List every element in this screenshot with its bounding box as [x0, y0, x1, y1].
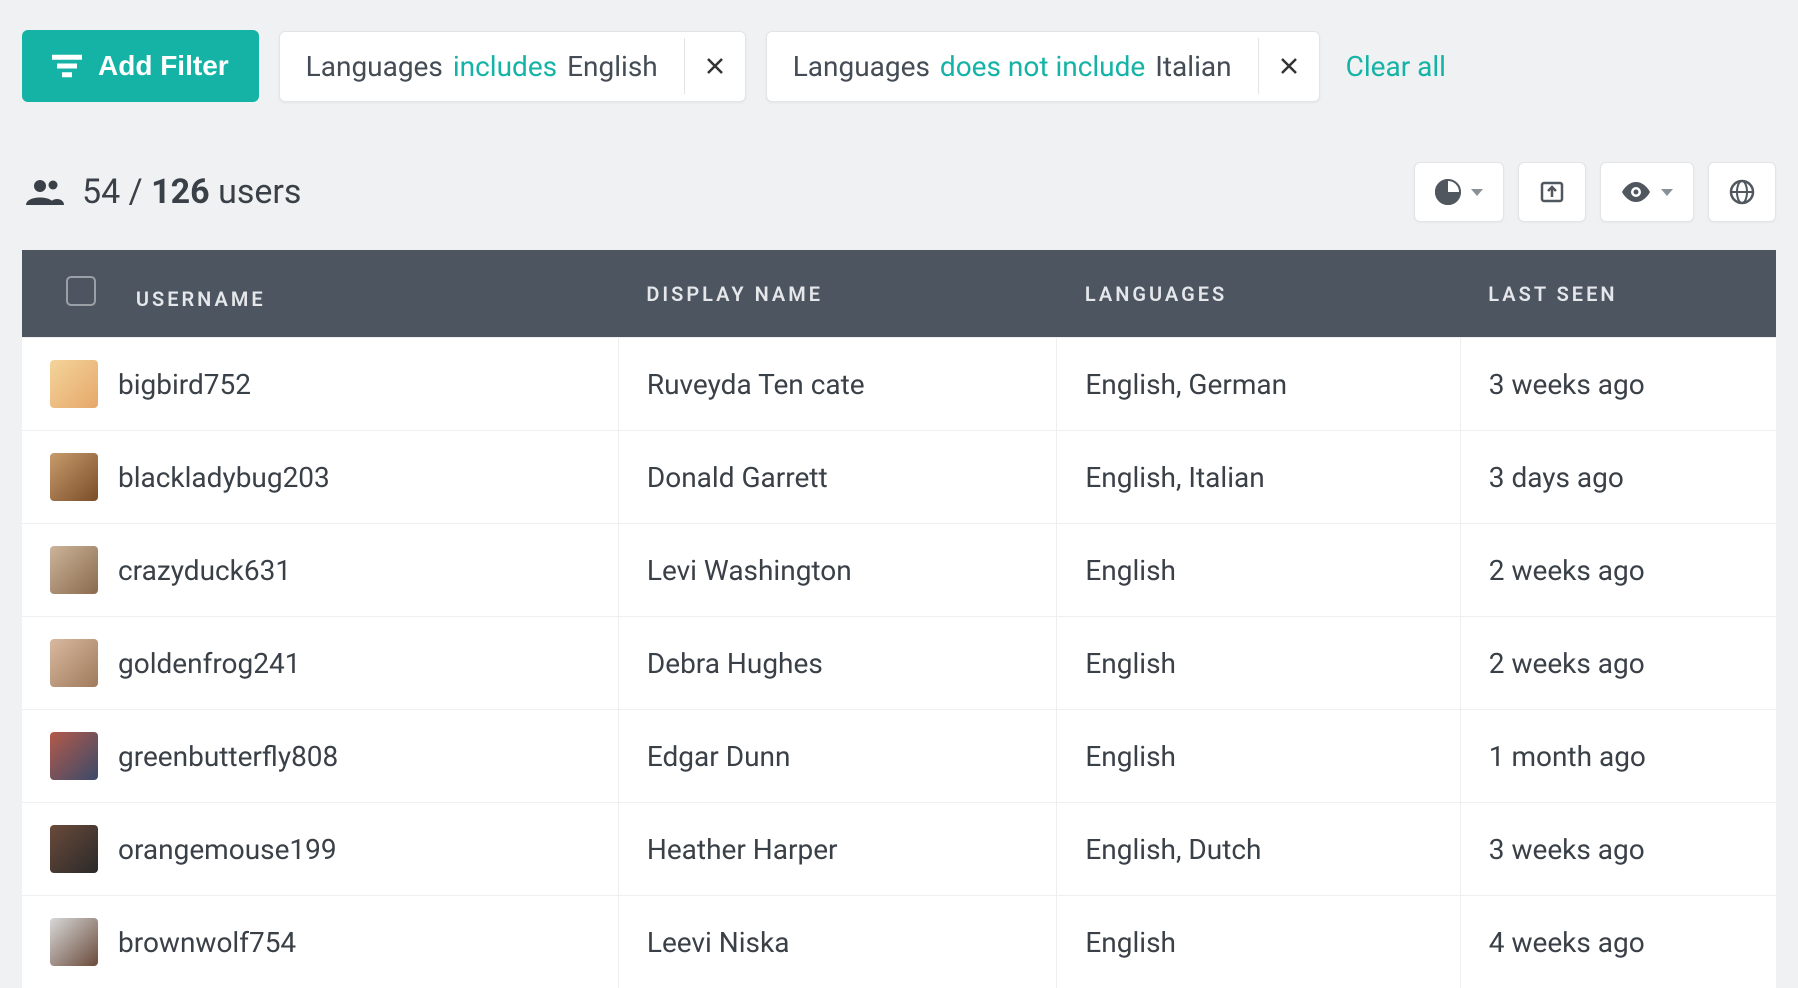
count-bar: 54 / 126 users — [0, 102, 1798, 250]
cell-display-name: Leevi Niska — [618, 896, 1057, 988]
close-icon — [705, 56, 725, 76]
add-filter-button[interactable]: Add Filter — [22, 30, 259, 102]
avatar — [50, 639, 98, 687]
cell-display-name: Edgar Dunn — [618, 710, 1057, 803]
cell-last-seen: 4 weeks ago — [1460, 896, 1776, 988]
cell-last-seen: 2 weeks ago — [1460, 617, 1776, 710]
table-header-row: USERNAME DISPLAY NAME LANGUAGES LAST SEE… — [22, 250, 1776, 338]
cell-username: orangemouse199 — [118, 833, 337, 866]
export-button[interactable] — [1518, 162, 1586, 222]
pie-chart-icon — [1435, 179, 1461, 205]
table-row[interactable]: blackladybug203 Donald Garrett English, … — [22, 431, 1776, 524]
close-icon — [1279, 56, 1299, 76]
cell-languages: English, Dutch — [1057, 803, 1460, 896]
cell-username: brownwolf754 — [118, 926, 296, 959]
filtered-count: 54 — [82, 172, 120, 212]
col-languages: LANGUAGES — [1057, 250, 1460, 338]
avatar — [50, 825, 98, 873]
count-separator: / — [129, 172, 143, 212]
filter-chip-body[interactable]: Languages does not include Italian — [767, 32, 1258, 101]
filter-field: Languages — [306, 50, 443, 83]
table-row[interactable]: goldenfrog241 Debra Hughes English 2 wee… — [22, 617, 1776, 710]
cell-username: goldenfrog241 — [118, 647, 300, 680]
cell-display-name: Ruveyda Ten cate — [618, 338, 1057, 431]
filter-operator: does not include — [940, 50, 1145, 83]
cell-languages: English, Italian — [1057, 431, 1460, 524]
filter-chip: Languages includes English — [279, 31, 746, 102]
visibility-button[interactable] — [1600, 162, 1694, 222]
cell-languages: English — [1057, 896, 1460, 988]
cell-display-name: Debra Hughes — [618, 617, 1057, 710]
cell-languages: English — [1057, 524, 1460, 617]
filter-chip-body[interactable]: Languages includes English — [280, 32, 684, 101]
col-last-seen: LAST SEEN — [1460, 250, 1776, 338]
col-username: USERNAME — [136, 287, 266, 311]
caret-down-icon — [1661, 189, 1673, 196]
avatar — [50, 918, 98, 966]
avatar — [50, 453, 98, 501]
cell-username: bigbird752 — [118, 368, 251, 401]
result-count: 54 / 126 users — [26, 172, 301, 212]
cell-username: crazyduck631 — [118, 554, 291, 587]
toolbar-right — [1414, 162, 1776, 222]
avatar — [50, 732, 98, 780]
cell-last-seen: 2 weeks ago — [1460, 524, 1776, 617]
add-filter-label: Add Filter — [98, 50, 229, 82]
cell-last-seen: 3 days ago — [1460, 431, 1776, 524]
filter-icon — [52, 54, 82, 78]
people-icon — [26, 179, 64, 205]
globe-icon — [1729, 179, 1755, 205]
total-count: 126 — [151, 172, 210, 212]
chart-button[interactable] — [1414, 162, 1504, 222]
cell-languages: English — [1057, 617, 1460, 710]
col-display-name: DISPLAY NAME — [618, 250, 1057, 338]
cell-languages: English, German — [1057, 338, 1460, 431]
eye-icon — [1621, 182, 1651, 202]
select-all-checkbox[interactable] — [66, 276, 96, 306]
cell-languages: English — [1057, 710, 1460, 803]
filter-chip: Languages does not include Italian — [766, 31, 1320, 102]
count-noun: users — [218, 172, 301, 212]
filter-remove-button[interactable] — [684, 38, 745, 94]
table-row[interactable]: greenbutterfly808 Edgar Dunn English 1 m… — [22, 710, 1776, 803]
cell-username: blackladybug203 — [118, 461, 330, 494]
cell-username: greenbutterfly808 — [118, 740, 338, 773]
cell-display-name: Heather Harper — [618, 803, 1057, 896]
filter-bar: Add Filter Languages includes English La… — [0, 0, 1798, 102]
table-row[interactable]: bigbird752 Ruveyda Ten cate English, Ger… — [22, 338, 1776, 431]
cell-last-seen: 1 month ago — [1460, 710, 1776, 803]
cell-last-seen: 3 weeks ago — [1460, 338, 1776, 431]
filter-value: English — [567, 50, 658, 83]
users-table-wrap: USERNAME DISPLAY NAME LANGUAGES LAST SEE… — [0, 250, 1798, 988]
filter-remove-button[interactable] — [1258, 38, 1319, 94]
globe-button[interactable] — [1708, 162, 1776, 222]
cell-display-name: Levi Washington — [618, 524, 1057, 617]
avatar — [50, 546, 98, 594]
users-table: USERNAME DISPLAY NAME LANGUAGES LAST SEE… — [22, 250, 1776, 988]
cell-last-seen: 3 weeks ago — [1460, 803, 1776, 896]
cell-display-name: Donald Garrett — [618, 431, 1057, 524]
export-icon — [1539, 179, 1565, 205]
table-row[interactable]: orangemouse199 Heather Harper English, D… — [22, 803, 1776, 896]
avatar — [50, 360, 98, 408]
table-row[interactable]: brownwolf754 Leevi Niska English 4 weeks… — [22, 896, 1776, 988]
filter-operator: includes — [453, 50, 557, 83]
caret-down-icon — [1471, 189, 1483, 196]
filter-field: Languages — [793, 50, 930, 83]
clear-all-link[interactable]: Clear all — [1346, 50, 1446, 83]
table-row[interactable]: crazyduck631 Levi Washington English 2 w… — [22, 524, 1776, 617]
filter-value: Italian — [1155, 50, 1231, 83]
